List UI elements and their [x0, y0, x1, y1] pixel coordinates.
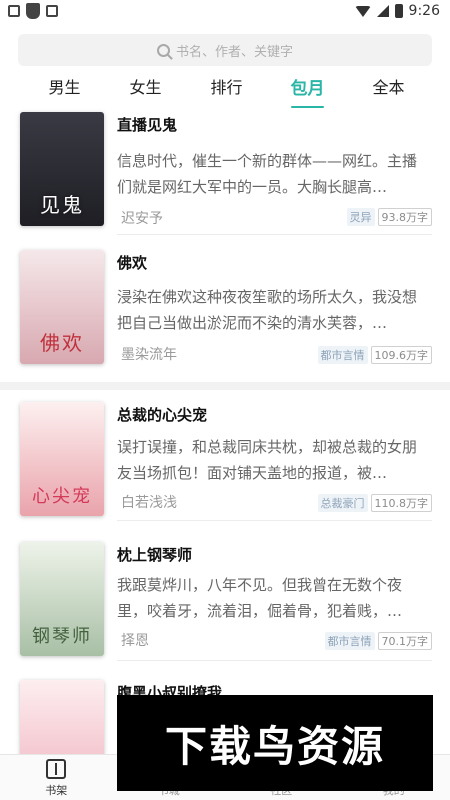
book-title[interactable]: 枕上钢琴师 — [117, 544, 192, 565]
book-description: 浸染在佛欢这种夜夜笙歌的场所太久，我没想把自己当做出淤泥而不染的清水芙蓉，… — [117, 288, 418, 332]
search-icon — [156, 43, 170, 57]
battery-icon — [394, 4, 403, 18]
search-bar[interactable]: 书名、作者、关键字 — [18, 34, 432, 66]
book-title[interactable]: 佛欢 — [117, 252, 147, 273]
tab-female[interactable]: 女生 — [105, 74, 186, 106]
book-item-1[interactable]: 见鬼 直播见鬼 信息时代，催生一个新的群体——网红。主播们就是网红大军中的一员。… — [0, 112, 450, 235]
watermark-banner: 下载鸟资源 — [117, 695, 433, 791]
book-author: 择恩 — [121, 633, 149, 649]
section-divider — [0, 382, 450, 390]
genre-badge: 灵异 — [346, 208, 375, 226]
status-bar: 9:26 — [0, 0, 450, 22]
nav-label: 书架 — [45, 784, 68, 797]
genre-badge: 都市言情 — [324, 632, 375, 650]
book-author: 墨染流年 — [121, 347, 177, 363]
cover-title: 心尖宠 — [32, 486, 92, 507]
book-item-3[interactable]: 心尖宠 总裁的心尖宠 误打误撞，和总裁同床共枕，却被总裁的女朋友当场抓包！面对铺… — [0, 402, 450, 522]
book-title[interactable]: 直播见鬼 — [117, 114, 177, 135]
tab-complete[interactable]: 全本 — [348, 74, 429, 106]
book-item-2[interactable]: 佛欢 佛欢 浸染在佛欢这种夜夜笙歌的场所太久，我没想把自己当做出淤泥而不染的清水… — [0, 250, 450, 370]
book-tags: 都市言情 70.1万字 — [324, 632, 432, 650]
divider — [117, 234, 432, 235]
notification-icons — [8, 3, 58, 19]
cover-title: 佛欢 — [40, 331, 84, 355]
tab-ranking[interactable]: 排行 — [186, 74, 267, 106]
book-cover[interactable]: 心尖宠 — [20, 402, 104, 516]
system-icons: 9:26 — [354, 3, 440, 19]
cover-title: 钢琴师 — [32, 626, 92, 647]
app-notification-icon — [26, 3, 40, 19]
word-count-badge: 93.8万字 — [377, 208, 432, 226]
cover-title: 见鬼 — [40, 193, 84, 217]
category-tabs: 男生 女生 排行 包月 全本 — [0, 74, 450, 108]
word-count-badge: 70.1万字 — [377, 632, 432, 650]
nav-bookshelf[interactable]: 书架 — [0, 755, 113, 800]
book-description: 误打误撞，和总裁同床共枕，却被总裁的女朋友当场抓包！面对铺天盖地的报道，被… — [117, 438, 418, 482]
font-notification-icon — [46, 5, 58, 17]
word-count-badge: 110.8万字 — [370, 494, 432, 512]
wifi-icon — [354, 5, 371, 17]
book-author: 白若浅浅 — [121, 495, 177, 511]
book-cover[interactable]: 佛欢 — [20, 250, 104, 364]
book-description: 信息时代，催生一个新的群体——网红。主播们就是网红大军中的一员。大胸长腿高… — [117, 152, 418, 196]
genre-badge: 总裁豪门 — [317, 494, 368, 512]
search-placeholder: 书名、作者、关键字 — [175, 44, 293, 60]
tab-monthly[interactable]: 包月 — [267, 74, 348, 108]
status-time: 9:26 — [408, 3, 440, 19]
book-tags: 总裁豪门 110.8万字 — [317, 494, 432, 512]
word-count-badge: 109.6万字 — [370, 346, 432, 364]
book-item-4[interactable]: 钢琴师 枕上钢琴师 我跟莫烨川，八年不见。但我曾在无数个夜里，咬着牙，流着泪，倔… — [0, 542, 450, 662]
book-cover[interactable]: 见鬼 — [20, 112, 104, 226]
tab-male[interactable]: 男生 — [24, 74, 105, 106]
book-tags: 都市言情 109.6万字 — [317, 346, 432, 364]
signal-icon — [376, 5, 389, 17]
divider — [117, 520, 432, 521]
watermark-text: 下载鸟资源 — [164, 721, 385, 771]
book-author: 迟安予 — [121, 211, 163, 227]
bookshelf-icon — [46, 759, 67, 779]
image-notification-icon — [8, 5, 20, 17]
divider — [117, 660, 432, 661]
book-cover[interactable]: 钢琴师 — [20, 542, 104, 656]
book-title[interactable]: 总裁的心尖宠 — [117, 404, 207, 425]
book-description: 我跟莫烨川，八年不见。但我曾在无数个夜里，咬着牙，流着泪，倔着骨，犯着贱，… — [117, 576, 403, 620]
book-tags: 灵异 93.8万字 — [346, 208, 432, 226]
genre-badge: 都市言情 — [317, 346, 368, 364]
